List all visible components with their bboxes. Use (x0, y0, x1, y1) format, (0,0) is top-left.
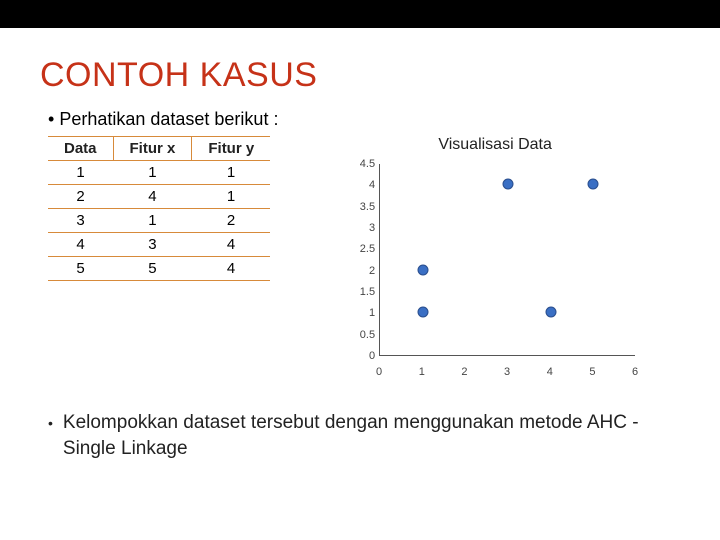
bullet-marker: • (48, 410, 53, 461)
data-point (545, 307, 556, 318)
x-tick-label: 3 (504, 366, 510, 378)
y-tick-label: 2.5 (345, 243, 375, 255)
cell: 5 (113, 257, 192, 281)
content-row: Data Fitur x Fitur y 1 1 1 2 4 1 (40, 136, 680, 380)
dataset-table: Data Fitur x Fitur y 1 1 1 2 4 1 (48, 136, 270, 281)
y-tick-label: 1 (345, 307, 375, 319)
chart-column: Visualisasi Data 0 0.5 1 1.5 2 2.5 3 3.5 4 4.5 0 1 2… (310, 136, 680, 380)
y-tick-label: 1.5 (345, 286, 375, 298)
th-fitury: Fitur y (192, 137, 270, 161)
y-tick-label: 0 (345, 350, 375, 362)
x-tick-label: 5 (589, 366, 595, 378)
table-row: 1 1 1 (48, 161, 270, 185)
chart-title: Visualisasi Data (310, 136, 680, 154)
table-row: 2 4 1 (48, 185, 270, 209)
data-point (417, 264, 428, 275)
table-row: 5 5 4 (48, 257, 270, 281)
cell: 1 (113, 209, 192, 233)
data-point (503, 179, 514, 190)
table-row: 4 3 4 (48, 233, 270, 257)
x-tick-label: 2 (461, 366, 467, 378)
bullet-text: Kelompokkan dataset tersebut dengan meng… (63, 410, 680, 461)
bullet-item: • Kelompokkan dataset tersebut dengan me… (48, 410, 680, 461)
cell: 3 (113, 233, 192, 257)
data-point (417, 307, 428, 318)
x-tick-label: 1 (419, 366, 425, 378)
th-data: Data (48, 137, 113, 161)
slide-top-bar (0, 0, 720, 28)
cell: 4 (192, 257, 270, 281)
x-tick-label: 4 (547, 366, 553, 378)
x-tick-label: 6 (632, 366, 638, 378)
cell: 1 (48, 161, 113, 185)
data-point (588, 179, 599, 190)
table-row: 3 1 2 (48, 209, 270, 233)
cell: 1 (113, 161, 192, 185)
table-header-row: Data Fitur x Fitur y (48, 137, 270, 161)
slide-body: CONTOH KASUS • Perhatikan dataset beriku… (0, 28, 720, 477)
th-fiturx: Fitur x (113, 137, 192, 161)
cell: 3 (48, 209, 113, 233)
y-tick-label: 0.5 (345, 329, 375, 341)
intro-text: • Perhatikan dataset berikut : (48, 109, 680, 130)
x-tick-label: 0 (376, 366, 382, 378)
chart-plot-area (379, 164, 635, 356)
y-tick-label: 4.5 (345, 158, 375, 170)
intro-bullet: • (48, 109, 59, 129)
slide-title: CONTOH KASUS (40, 56, 680, 95)
y-tick-label: 3 (345, 222, 375, 234)
cell: 1 (192, 161, 270, 185)
cell: 5 (48, 257, 113, 281)
cell: 2 (48, 185, 113, 209)
intro-content: Perhatikan dataset berikut : (59, 109, 278, 129)
y-tick-label: 2 (345, 265, 375, 277)
cell: 2 (192, 209, 270, 233)
dataset-table-wrap: Data Fitur x Fitur y 1 1 1 2 4 1 (40, 136, 270, 281)
cell: 1 (192, 185, 270, 209)
cell: 4 (48, 233, 113, 257)
cell: 4 (113, 185, 192, 209)
scatter-chart: 0 0.5 1 1.5 2 2.5 3 3.5 4 4.5 0 1 2 3 4 5 6 (345, 160, 645, 380)
cell: 4 (192, 233, 270, 257)
y-tick-label: 4 (345, 179, 375, 191)
y-tick-label: 3.5 (345, 201, 375, 213)
